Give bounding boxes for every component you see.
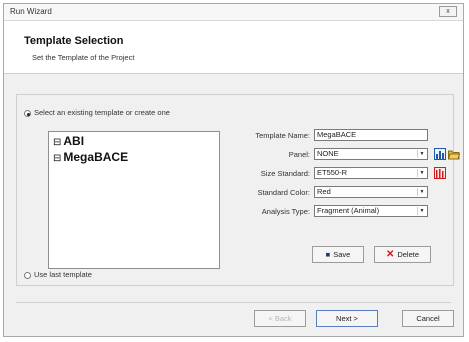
list-item[interactable]: ⊟ MegaBACE <box>53 150 128 164</box>
use-last-label[interactable]: Use last template <box>34 270 92 279</box>
list-item[interactable]: ⊟ ABI <box>53 134 84 148</box>
back-button[interactable]: < Back <box>254 310 306 327</box>
panel-label: Panel: <box>288 150 310 159</box>
panel-select-value: NONE <box>317 149 339 158</box>
size-standard-icon[interactable] <box>434 167 446 179</box>
chevron-down-icon[interactable]: ▼ <box>417 169 426 177</box>
size-standard-label: Size Standard: <box>260 169 310 178</box>
window-title: Run Wizard <box>10 7 52 16</box>
title-bar: Run Wizard x <box>4 4 463 21</box>
analysis-type-select[interactable]: Fragment (Animal) ▼ <box>314 205 428 217</box>
expand-icon[interactable]: ⊟ <box>53 153 61 164</box>
bar-chart-icon[interactable] <box>434 148 446 160</box>
chevron-down-icon[interactable]: ▼ <box>417 207 426 215</box>
standard-color-select[interactable]: Red ▼ <box>314 186 428 198</box>
use-last-radio[interactable] <box>24 272 31 279</box>
run-wizard-window: Run Wizard x Template Selection Set the … <box>3 3 464 337</box>
analysis-type-label: Analysis Type: <box>261 207 310 216</box>
select-existing-label[interactable]: Select an existing template or create on… <box>34 108 170 117</box>
expand-icon[interactable]: ⊟ <box>53 137 61 148</box>
standard-color-value: Red <box>317 187 331 196</box>
delete-x-icon: ✕ <box>385 249 395 260</box>
size-standard-value: ET550-R <box>317 168 348 177</box>
size-standard-select[interactable]: ET550-R ▼ <box>314 167 428 179</box>
page-subtitle: Set the Template of the Project <box>32 53 135 62</box>
delete-button[interactable]: ✕ Delete <box>374 246 431 263</box>
close-icon[interactable]: x <box>446 8 450 15</box>
template-name-label: Template Name: <box>255 131 310 140</box>
footer-divider <box>16 302 451 303</box>
close-button[interactable]: x <box>439 6 457 17</box>
save-button[interactable]: ■ Save <box>312 246 364 263</box>
template-list[interactable]: ⊟ ABI ⊟ MegaBACE <box>48 131 220 269</box>
chevron-down-icon[interactable]: ▼ <box>417 188 426 196</box>
page-title: Template Selection <box>24 35 124 47</box>
folder-open-icon[interactable] <box>448 148 460 160</box>
panel-select[interactable]: NONE ▼ <box>314 148 428 160</box>
chevron-down-icon[interactable]: ▼ <box>417 150 426 158</box>
wizard-header: Template Selection Set the Template of t… <box>4 21 463 74</box>
cancel-button[interactable]: Cancel <box>402 310 454 327</box>
template-name-input[interactable]: MegaBACE <box>314 129 428 141</box>
analysis-type-value: Fragment (Animal) <box>317 206 380 215</box>
select-existing-radio[interactable] <box>24 110 31 117</box>
save-disk-icon: ■ <box>325 250 331 259</box>
standard-color-label: Standard Color: <box>257 188 310 197</box>
next-button[interactable]: Next > <box>316 310 378 327</box>
